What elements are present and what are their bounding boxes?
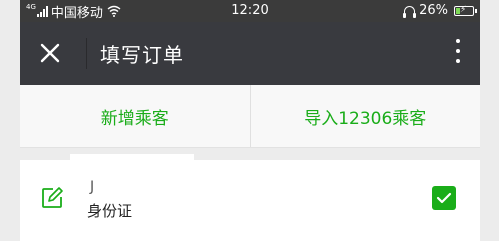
passenger-item[interactable]: J 身份证 [20,154,480,241]
passenger-name: J [90,179,95,195]
passenger-id-type: 身份证 [87,202,133,220]
checkmark-icon [436,192,452,204]
title-divider [86,38,87,69]
close-icon[interactable] [38,41,62,65]
passenger-checkbox[interactable] [432,186,456,210]
charging-icon: ⚡ [460,4,467,15]
import-12306-button[interactable]: 导入12306乘客 [251,85,481,147]
edit-icon[interactable] [40,186,64,210]
battery-icon: ⚡ [454,4,477,16]
status-right: 26% ⚡ [403,3,477,18]
status-bar: 4G 中国移动 12:20 26% ⚡ [20,0,480,22]
more-vertical-icon[interactable] [454,39,462,69]
page-title: 填写订单 [100,43,184,67]
headphone-icon [403,5,417,18]
add-passenger-button[interactable]: 新增乘客 [20,85,250,147]
name-redaction [70,154,194,182]
passenger-actions: 新增乘客 导入12306乘客 [20,85,480,148]
title-bar: 填写订单 [20,22,480,85]
battery-percent: 26% [419,3,448,18]
